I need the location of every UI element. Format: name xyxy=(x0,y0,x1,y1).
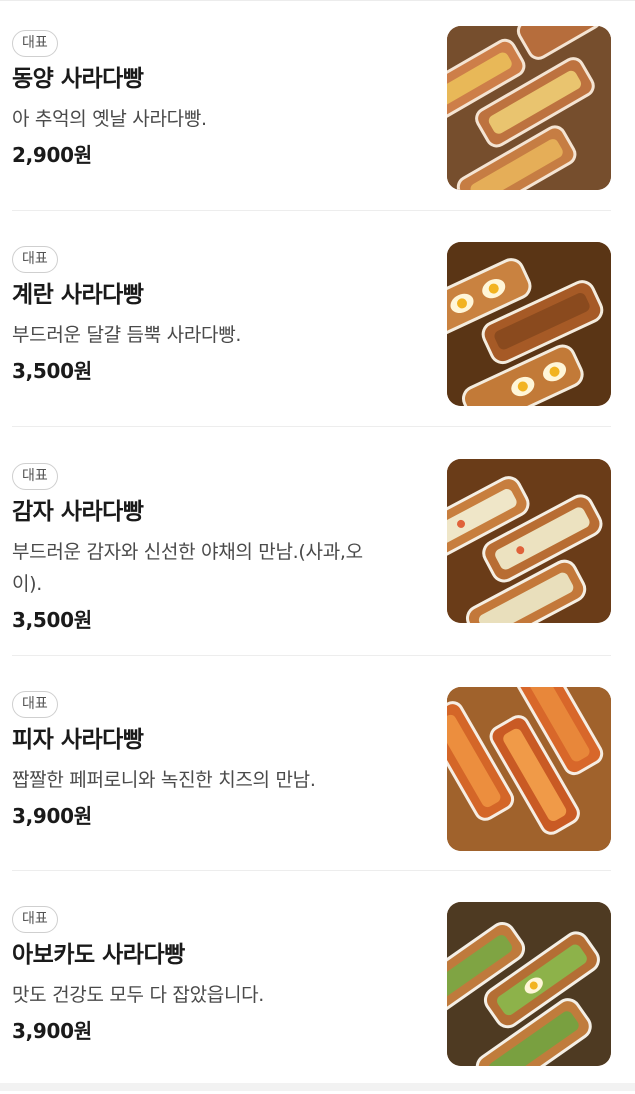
menu-item-price: 3,900원 xyxy=(12,804,92,828)
menu-item-description: 아 추억의 옛날 사라다빵. xyxy=(12,108,207,130)
item-divider xyxy=(12,870,611,871)
menu-item-name: 감자 사라다빵 xyxy=(12,499,144,525)
representative-badge: 대표 xyxy=(12,463,58,490)
menu-item-price: 3,500원 xyxy=(12,608,92,632)
menu-item-pizza[interactable]: 대표 피자 사라다빵 짭짤한 페퍼로니와 녹진한 치즈의 만남. 3,900원 xyxy=(12,679,611,879)
menu-item-name: 피자 사라다빵 xyxy=(12,727,144,753)
menu-item-price: 2,900원 xyxy=(12,143,92,167)
menu-item-text: 대표 계란 사라다빵 부드러운 달걀 듬뿍 사라다빵. 3,500원 xyxy=(12,246,422,385)
menu-item-description: 부드러운 감자와 신선한 야채의 만남.(사과,오이). xyxy=(12,536,422,600)
egg-salad-bread-photo[interactable] xyxy=(447,242,611,406)
menu-item-price: 3,500원 xyxy=(12,359,92,383)
menu-item-text: 대표 동양 사라다빵 아 추억의 옛날 사라다빵. 2,900원 xyxy=(12,30,422,169)
menu-item-avocado[interactable]: 대표 아보카도 사라다빵 맛도 건강도 모두 다 잡았읍니다. 3,900원 xyxy=(12,894,611,1094)
description-line-1: 부드러운 감자와 신선한 야채의 만남.(사과,오 xyxy=(12,541,363,563)
description-line-2: 이). xyxy=(12,573,43,595)
menu-item-egg[interactable]: 대표 계란 사라다빵 부드러운 달걀 듬뿍 사라다빵. 3,500원 xyxy=(12,234,611,434)
menu-item-description: 맛도 건강도 모두 다 잡았읍니다. xyxy=(12,984,265,1006)
menu-item-text: 대표 피자 사라다빵 짭짤한 페퍼로니와 녹진한 치즈의 만남. 3,900원 xyxy=(12,691,422,830)
pizza-salad-bread-photo[interactable] xyxy=(447,687,611,851)
menu-item-description: 짭짤한 페퍼로니와 녹진한 치즈의 만남. xyxy=(12,769,316,791)
bottom-bar xyxy=(0,1083,635,1091)
representative-badge: 대표 xyxy=(12,906,58,933)
menu-item-name: 아보카도 사라다빵 xyxy=(12,942,185,968)
menu-item-name: 계란 사라다빵 xyxy=(12,282,144,308)
item-divider xyxy=(12,426,611,427)
representative-badge: 대표 xyxy=(12,246,58,273)
representative-badge: 대표 xyxy=(12,691,58,718)
menu-item-potato[interactable]: 대표 감자 사라다빵 부드러운 감자와 신선한 야채의 만남.(사과,오 이). … xyxy=(12,451,611,651)
menu-item-text: 대표 아보카도 사라다빵 맛도 건강도 모두 다 잡았읍니다. 3,900원 xyxy=(12,906,422,1045)
menu-item-dongyang[interactable]: 대표 동양 사라다빵 아 추억의 옛날 사라다빵. 2,900원 xyxy=(12,18,611,218)
potato-salad-bread-photo[interactable] xyxy=(447,459,611,623)
menu-item-name: 동양 사라다빵 xyxy=(12,66,144,92)
salad-bread-photo[interactable] xyxy=(447,26,611,190)
avocado-salad-bread-photo[interactable] xyxy=(447,902,611,1066)
menu-item-text: 대표 감자 사라다빵 부드러운 감자와 신선한 야채의 만남.(사과,오 이). … xyxy=(12,463,422,634)
menu-item-description: 부드러운 달걀 듬뿍 사라다빵. xyxy=(12,324,242,346)
item-divider xyxy=(12,210,611,211)
item-divider xyxy=(12,655,611,656)
menu-item-price: 3,900원 xyxy=(12,1019,92,1043)
representative-badge: 대표 xyxy=(12,30,58,57)
top-divider xyxy=(0,0,635,1)
